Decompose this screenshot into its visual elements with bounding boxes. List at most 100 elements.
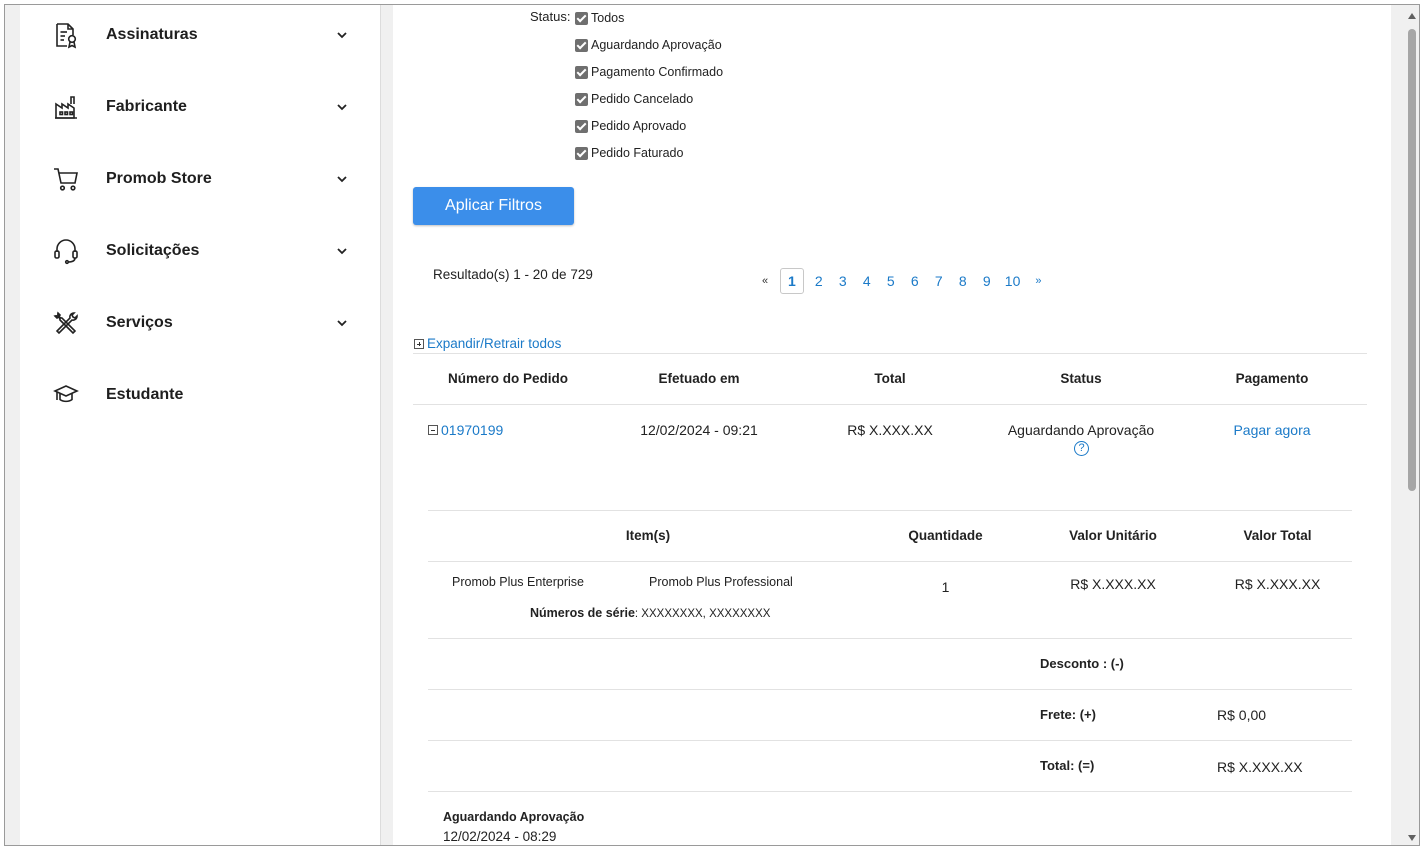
pagination-prev[interactable]: « xyxy=(759,275,771,287)
sidebar-item-label: Estudante xyxy=(106,386,184,403)
status-option-faturado[interactable]: Pedido Faturado xyxy=(575,145,683,161)
checkbox[interactable] xyxy=(575,119,588,133)
column-header-total: Total xyxy=(874,371,906,386)
details-header-total-value: Valor Total xyxy=(1243,528,1312,543)
checkbox-label: Aguardando Aprovação xyxy=(591,38,722,52)
sidebar-item-assinaturas[interactable]: Assinaturas xyxy=(20,10,380,60)
sidebar-item-label: Solicitações xyxy=(106,242,200,259)
expand-icon xyxy=(414,338,424,349)
order-date: 12/02/2024 - 09:21 xyxy=(640,422,758,438)
details-header-items: Item(s) xyxy=(625,528,671,543)
total-label: Total: (=) xyxy=(1040,758,1095,773)
checkbox[interactable] xyxy=(575,146,588,160)
item-unit-value: R$ X.XXX.XX xyxy=(1070,576,1156,592)
shipping-label: Frete: (+) xyxy=(1040,707,1096,722)
status-option-aguardando[interactable]: Aguardando Aprovação xyxy=(575,37,722,53)
status-option-cancelado[interactable]: Pedido Cancelado xyxy=(575,91,693,107)
checkbox[interactable] xyxy=(575,38,588,52)
status-filter-label: Status: xyxy=(530,9,571,24)
table-divider xyxy=(413,353,1367,354)
sidebar-divider xyxy=(380,5,381,845)
sidebar-item-solicitacoes[interactable]: Solicitações xyxy=(20,226,380,276)
pagination-page[interactable]: 3 xyxy=(837,273,849,289)
scroll-up-arrow-icon[interactable] xyxy=(1408,13,1416,19)
table-divider xyxy=(413,404,1367,405)
sidebar-item-estudante[interactable]: Estudante xyxy=(20,370,380,420)
serial-numbers: Números de série: XXXXXXXX, XXXXXXXX xyxy=(530,606,770,620)
details-divider xyxy=(428,510,1352,511)
factory-icon xyxy=(55,96,77,119)
checkbox[interactable] xyxy=(575,65,588,79)
chevron-down-icon xyxy=(337,320,347,327)
vertical-scrollbar[interactable] xyxy=(1404,5,1419,845)
sidebar-item-label: Serviços xyxy=(106,314,173,331)
item-product: Promob Plus Enterprise xyxy=(452,575,585,589)
details-header-quantity: Quantidade xyxy=(908,528,983,543)
checkbox-label: Pedido Aprovado xyxy=(591,119,687,133)
help-icon[interactable]: ? xyxy=(1074,441,1089,456)
scrollbar-thumb[interactable] xyxy=(1408,29,1416,491)
pagination: « 1 2 3 4 5 6 7 8 9 10 » xyxy=(753,267,1050,295)
scroll-down-arrow-icon[interactable] xyxy=(1408,835,1416,841)
discount-label: Desconto : (-) xyxy=(1040,656,1124,671)
chevron-down-icon xyxy=(337,176,347,183)
checkbox[interactable] xyxy=(575,11,588,25)
shopping-cart-icon xyxy=(54,168,78,191)
history-date: 12/02/2024 - 08:29 xyxy=(443,829,557,844)
sidebar: Assinaturas Fabricante Promob Store Soli… xyxy=(20,5,380,845)
column-header-order-number: Número do Pedido xyxy=(447,371,568,386)
order-status: Aguardando Aprovação xyxy=(1007,422,1155,438)
order-number-link[interactable]: 01970199 xyxy=(441,422,503,438)
expand-collapse-all-link[interactable]: Expandir/Retrair todos xyxy=(414,336,561,351)
browser-frame: Assinaturas Fabricante Promob Store Soli… xyxy=(4,4,1420,846)
apply-filters-button[interactable]: Aplicar Filtros xyxy=(413,187,574,225)
pagination-page[interactable]: 7 xyxy=(933,273,945,289)
status-option-todos[interactable]: Todos xyxy=(575,10,624,26)
sidebar-item-servicos[interactable]: Serviços xyxy=(20,298,380,348)
item-quantity: 1 xyxy=(941,579,950,595)
shipping-value: R$ 0,00 xyxy=(1217,707,1267,723)
history-status: Aguardando Aprovação xyxy=(443,810,585,824)
item-total-value: R$ X.XXX.XX xyxy=(1234,576,1321,592)
pagination-page[interactable]: 2 xyxy=(813,273,825,289)
order-number-toggle[interactable]: 01970199 xyxy=(428,422,503,438)
status-option-aprovado[interactable]: Pedido Aprovado xyxy=(575,118,686,134)
pagination-page[interactable]: 8 xyxy=(957,273,969,289)
sidebar-item-promob-store[interactable]: Promob Store xyxy=(20,154,380,204)
pagination-next[interactable]: » xyxy=(1032,275,1044,287)
checkbox-label: Todos xyxy=(591,11,625,25)
checkbox-label: Pedido Cancelado xyxy=(591,92,694,106)
chevron-down-icon xyxy=(337,32,347,39)
total-value: R$ X.XXX.XX xyxy=(1217,759,1303,775)
pagination-page[interactable]: 4 xyxy=(861,273,873,289)
checkbox[interactable] xyxy=(575,92,588,106)
details-divider xyxy=(428,791,1352,792)
details-divider xyxy=(428,689,1352,690)
results-summary: Resultado(s) 1 - 20 de 729 xyxy=(433,267,593,282)
pay-now-link[interactable]: Pagar agora xyxy=(1177,422,1367,438)
headset-icon xyxy=(54,239,78,265)
details-divider xyxy=(428,561,1352,562)
status-option-pagamento-confirmado[interactable]: Pagamento Confirmado xyxy=(575,64,723,80)
column-header-payment: Pagamento xyxy=(1235,371,1309,386)
sidebar-item-fabricante[interactable]: Fabricante xyxy=(20,82,380,132)
chevron-down-icon xyxy=(337,104,347,111)
pagination-page[interactable]: 5 xyxy=(885,273,897,289)
details-divider xyxy=(428,638,1352,639)
expand-all-label: Expandir/Retrair todos xyxy=(427,336,562,351)
pagination-page-current[interactable]: 1 xyxy=(780,268,804,294)
pagination-page[interactable]: 6 xyxy=(909,273,921,289)
pagination-page[interactable]: 10 xyxy=(1005,273,1021,289)
pagination-page[interactable]: 9 xyxy=(981,273,993,289)
column-header-date: Efetuado em xyxy=(658,371,740,386)
sidebar-item-label: Fabricante xyxy=(106,98,187,115)
chevron-down-icon xyxy=(337,248,347,255)
item-edition: Promob Plus Professional xyxy=(649,575,793,589)
order-total: R$ X.XXX.XX xyxy=(847,422,933,438)
sidebar-item-label: Assinaturas xyxy=(106,26,198,43)
column-header-status: Status xyxy=(1060,371,1102,386)
tools-icon xyxy=(53,311,78,335)
checkbox-label: Pedido Faturado xyxy=(591,146,684,160)
checkbox-label: Pagamento Confirmado xyxy=(591,65,724,79)
sidebar-item-label: Promob Store xyxy=(106,170,212,187)
